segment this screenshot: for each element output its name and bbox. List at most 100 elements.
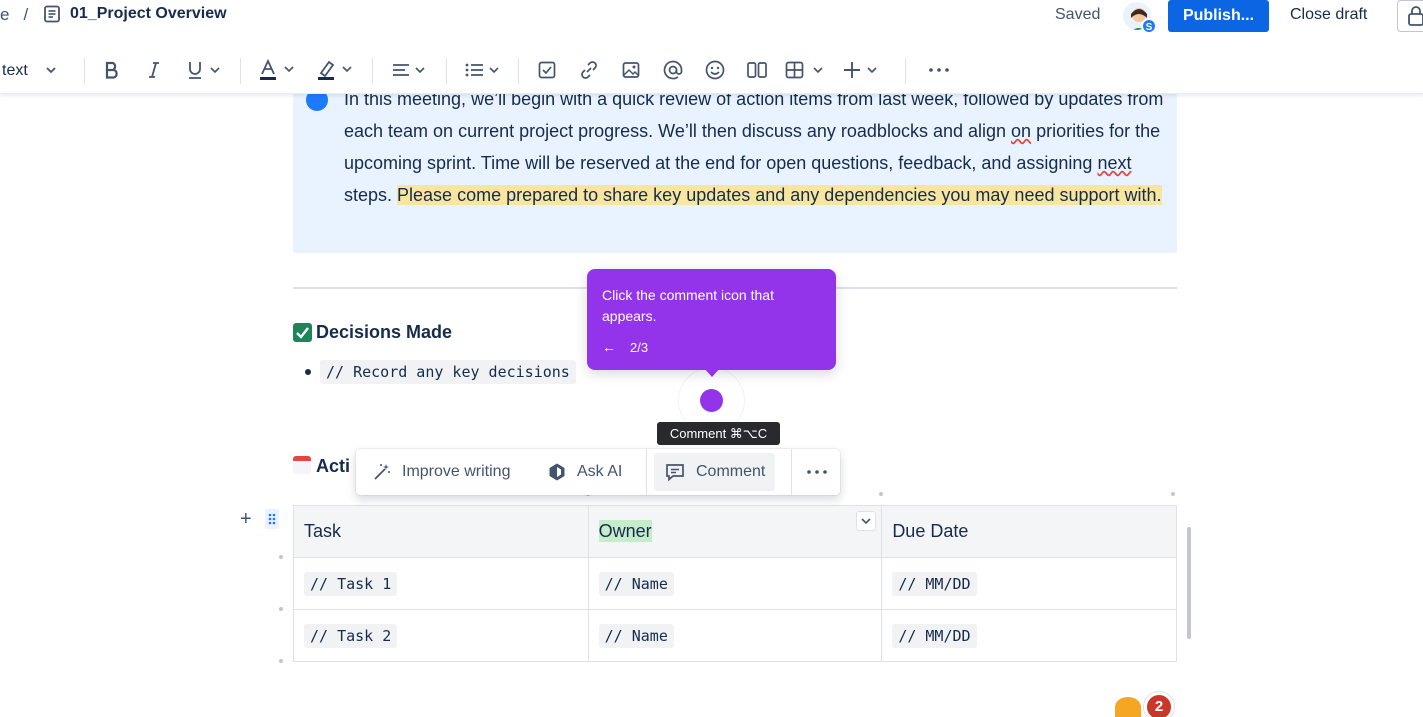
more-icon [929, 68, 949, 72]
lock-icon [1408, 6, 1423, 26]
emoji-icon [705, 60, 725, 80]
page-title[interactable]: 01_Project Overview [70, 5, 227, 23]
text-style-chevron[interactable] [44, 58, 58, 82]
italic-button[interactable] [145, 58, 163, 82]
tour-beacon[interactable] [700, 389, 723, 412]
save-status: Saved [1055, 6, 1101, 23]
ask-ai-button[interactable]: Ask AI [537, 453, 632, 491]
mention-button[interactable] [662, 58, 684, 82]
table-row: // Task 2 // Name // MM/DD [293, 609, 1177, 662]
toolbar-divider [791, 449, 792, 495]
row-drag-handle[interactable] [265, 509, 279, 529]
table-cell[interactable]: // MM/DD [881, 609, 1177, 662]
underline-button[interactable] [186, 58, 224, 82]
comment-button[interactable]: Comment [654, 453, 776, 491]
emoji-button[interactable] [704, 58, 726, 82]
toolbar-divider [240, 58, 241, 84]
table-cell[interactable]: // Task 1 [293, 557, 589, 610]
action-items-heading: Acti [316, 456, 351, 476]
more-icon [807, 470, 827, 474]
mention-icon [663, 60, 683, 80]
reaction-emoji-icon[interactable] [1115, 697, 1141, 717]
improve-writing-button[interactable]: Improve writing [362, 453, 520, 491]
calendar-emoji-icon [293, 456, 311, 474]
toolbar-divider [518, 58, 519, 84]
editor-toolbar: text [0, 46, 1423, 94]
comment-label: Comment [696, 463, 766, 480]
selection-toolbar: Improve writing Ask AI Comment [356, 449, 840, 495]
restrictions-button[interactable] [1397, 0, 1423, 32]
close-draft-button[interactable]: Close draft [1290, 6, 1367, 24]
page-icon [44, 5, 60, 23]
more-toolbar-button[interactable] [928, 58, 950, 82]
spellcheck-word[interactable]: next [1097, 153, 1131, 173]
table-cell[interactable]: // Task 2 [293, 609, 589, 662]
tour-text: Click the comment icon that appears. [602, 287, 774, 324]
table-header-cell[interactable]: Owner [587, 505, 883, 558]
top-bar: e/ 01_Project Overview Saved S Publish..… [0, 0, 1423, 34]
header-task: Task [304, 521, 342, 541]
list-button[interactable] [464, 58, 504, 82]
header-due-date: Due Date [892, 521, 969, 541]
avatar-badge: S [1141, 18, 1157, 34]
tour-step-counter: 2/3 [630, 340, 649, 355]
table-header-cell[interactable]: Task [293, 505, 589, 558]
decision-code-item[interactable]: // Record any key decisions [320, 360, 576, 384]
code-chip: // Name [598, 571, 674, 596]
row-insert-dot[interactable] [279, 659, 283, 663]
task-button[interactable] [537, 58, 557, 82]
task-icon [538, 61, 556, 79]
text-style-select[interactable]: text [2, 62, 28, 80]
row-insert-dot[interactable] [279, 555, 283, 559]
column-insert-dot[interactable] [1171, 492, 1175, 496]
spellcheck-word[interactable]: on [1011, 121, 1031, 141]
code-chip: // MM/DD [892, 571, 977, 596]
table-button[interactable] [785, 58, 829, 82]
bold-icon [105, 61, 118, 79]
ai-hexagon-icon [549, 463, 565, 481]
breadcrumb-parent[interactable]: e [0, 5, 9, 24]
breadcrumb: e / [0, 5, 28, 25]
decisions-heading: Decisions Made [316, 322, 453, 342]
publish-button[interactable]: Publish... [1168, 0, 1269, 32]
check-mark-emoji-icon [293, 323, 312, 342]
column-insert-dot[interactable] [879, 492, 883, 496]
magic-wand-icon [374, 464, 390, 480]
align-button[interactable] [391, 58, 431, 82]
list-icon [465, 63, 499, 77]
table-scrollbar[interactable] [1187, 527, 1191, 639]
bold-button[interactable] [103, 58, 121, 82]
table-header-cell[interactable]: Due Date [881, 505, 1177, 558]
action-items-table: Task Owner Due Date // Task 1 // Name //… [293, 505, 1177, 662]
table-row: // Task 1 // Name // MM/DD [293, 557, 1177, 610]
toolbar-divider [905, 58, 906, 84]
info-panel-text[interactable]: In this meeting, we’ll begin with a quic… [344, 83, 1164, 211]
insert-button[interactable] [843, 58, 883, 82]
table-cell[interactable]: // Name [587, 557, 883, 610]
toolbar-divider [372, 58, 373, 84]
text-color-button[interactable] [259, 58, 299, 82]
breadcrumb-separator: / [23, 5, 29, 24]
add-row-button[interactable]: + [240, 508, 252, 531]
notification-badge[interactable]: 2 [1144, 692, 1174, 717]
table-cell[interactable]: // MM/DD [881, 557, 1177, 610]
more-options-button[interactable] [796, 453, 838, 491]
highlighted-text[interactable]: Please come prepared to share key update… [397, 185, 1162, 205]
table-cell[interactable]: // Name [587, 609, 883, 662]
link-button[interactable] [579, 58, 599, 82]
insert-icon [844, 62, 877, 78]
code-chip: // Name [598, 623, 674, 648]
row-insert-dot[interactable] [279, 607, 283, 611]
chevron-down-icon [861, 518, 871, 525]
layout-button[interactable] [746, 58, 768, 82]
image-button[interactable] [621, 58, 641, 82]
tour-popover: Click the comment icon that appears. ← 2… [587, 269, 836, 370]
tour-back-button[interactable]: ← [602, 339, 616, 355]
chevron-down-icon [46, 67, 56, 74]
info-text-segment: steps. [344, 185, 398, 205]
tour-popover-arrow [703, 367, 721, 377]
column-menu-button[interactable] [856, 511, 876, 531]
highlight-button[interactable] [317, 58, 357, 82]
header-owner: Owner [598, 520, 652, 542]
toolbar-divider [84, 58, 85, 84]
